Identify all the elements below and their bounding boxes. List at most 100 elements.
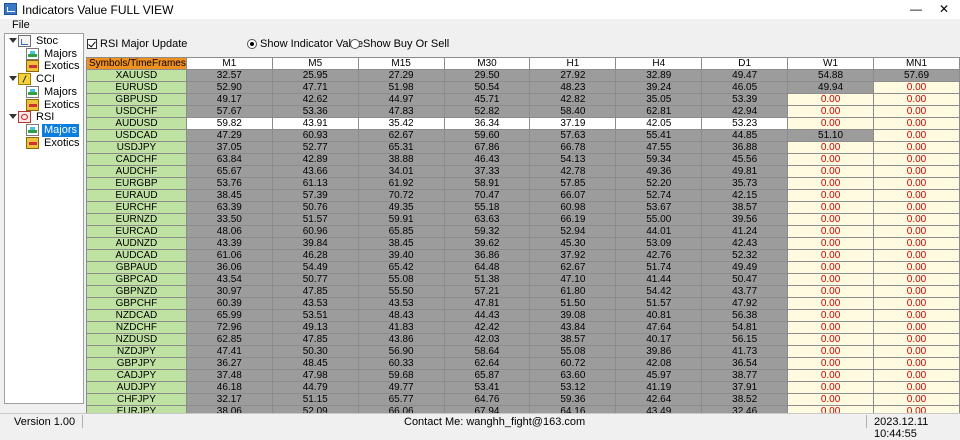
value-cell[interactable]: 0.00 <box>873 393 960 406</box>
table-row[interactable]: GBPCHF 60.39 43.53 43.53 47.81 51.50 51.57 47.9… <box>86 297 960 310</box>
value-cell[interactable]: 0.00 <box>787 153 874 166</box>
value-cell[interactable]: 0.00 <box>787 93 874 106</box>
value-cell[interactable]: 59.91 <box>357 213 445 226</box>
expand-arrow-icon[interactable] <box>9 38 17 43</box>
column-header[interactable]: W1 <box>787 57 874 70</box>
value-cell[interactable]: 53.36 <box>271 105 359 118</box>
value-cell[interactable]: 53.41 <box>443 381 531 394</box>
value-cell[interactable]: 0.00 <box>873 129 960 142</box>
value-cell[interactable]: 39.56 <box>701 213 789 226</box>
value-cell[interactable]: 38.45 <box>357 237 445 250</box>
value-cell[interactable]: 65.99 <box>185 309 273 322</box>
value-cell[interactable]: 25.95 <box>271 69 359 82</box>
value-cell[interactable]: 36.27 <box>185 357 273 370</box>
value-cell[interactable]: 54.13 <box>529 153 617 166</box>
value-cell[interactable]: 37.19 <box>529 117 617 130</box>
value-cell[interactable]: 53.12 <box>529 381 617 394</box>
value-cell[interactable]: 0.00 <box>873 213 960 226</box>
value-cell[interactable]: 57.39 <box>271 189 359 202</box>
value-cell[interactable]: 32.17 <box>185 393 273 406</box>
value-cell[interactable]: 40.81 <box>615 309 703 322</box>
value-cell[interactable]: 38.57 <box>701 201 789 214</box>
value-cell[interactable]: 60.93 <box>271 129 359 142</box>
expand-arrow-icon[interactable] <box>9 76 17 81</box>
value-cell[interactable]: 0.00 <box>873 321 960 334</box>
column-header[interactable]: H1 <box>529 57 617 70</box>
table-row[interactable]: AUDUSD 59.82 43.91 35.42 36.34 37.19 42.05 53.2… <box>86 117 960 130</box>
value-cell[interactable]: 47.85 <box>271 285 359 298</box>
value-cell[interactable]: 47.41 <box>185 345 273 358</box>
value-cell[interactable]: 0.00 <box>873 369 960 382</box>
value-cell[interactable]: 56.90 <box>357 345 445 358</box>
value-cell[interactable]: 59.34 <box>615 153 703 166</box>
tree-node-stoc-exotics[interactable]: Exotics <box>17 60 83 73</box>
value-cell[interactable]: 55.18 <box>443 201 531 214</box>
menu-file[interactable]: File <box>12 19 30 31</box>
value-cell[interactable]: 32.57 <box>185 69 273 82</box>
show-buy-or-sell-radio[interactable] <box>350 39 360 49</box>
value-cell[interactable]: 37.92 <box>529 249 617 262</box>
value-cell[interactable]: 27.92 <box>529 69 617 82</box>
value-cell[interactable]: 39.08 <box>529 309 617 322</box>
symbol-cell[interactable]: AUDCAD <box>86 249 187 262</box>
value-cell[interactable]: 0.00 <box>787 381 874 394</box>
table-row[interactable]: EURNZD 33.50 51.57 59.91 63.63 66.19 55.00 39.5… <box>86 213 960 226</box>
table-row[interactable]: GBPJPY 36.27 48.45 60.33 62.64 60.72 42.08 36.5… <box>86 357 960 370</box>
value-cell[interactable]: 39.62 <box>443 237 531 250</box>
value-cell[interactable]: 0.00 <box>787 273 874 286</box>
table-row[interactable]: EURCAD 48.06 60.96 65.85 59.32 52.94 44.01 41.2… <box>86 225 960 238</box>
value-cell[interactable]: 51.38 <box>443 273 531 286</box>
value-cell[interactable]: 43.66 <box>271 165 359 178</box>
value-cell[interactable]: 57.67 <box>185 105 273 118</box>
value-cell[interactable]: 57.21 <box>443 285 531 298</box>
symbol-cell[interactable]: NZDUSD <box>86 333 187 346</box>
value-cell[interactable]: 64.76 <box>443 393 531 406</box>
value-cell[interactable]: 0.00 <box>873 261 960 274</box>
value-cell[interactable]: 0.00 <box>873 201 960 214</box>
symbol-cell[interactable]: EURCAD <box>86 225 187 238</box>
value-cell[interactable]: 43.53 <box>357 297 445 310</box>
value-cell[interactable]: 0.00 <box>873 165 960 178</box>
symbol-cell[interactable]: AUDNZD <box>86 237 187 250</box>
value-cell[interactable]: 53.23 <box>701 117 789 130</box>
table-row[interactable]: CADJPY 37.48 47.98 59.68 65.87 63.60 45.97 38.7… <box>86 369 960 382</box>
value-cell[interactable]: 0.00 <box>787 393 874 406</box>
symbol-cell[interactable]: GBPCHF <box>86 297 187 310</box>
value-cell[interactable]: 51.57 <box>615 297 703 310</box>
value-cell[interactable]: 0.00 <box>873 345 960 358</box>
value-cell[interactable]: 46.28 <box>271 249 359 262</box>
value-cell[interactable]: 55.08 <box>357 273 445 286</box>
show-buy-or-sell-label[interactable]: Show Buy Or Sell <box>363 38 449 50</box>
table-row[interactable]: USDCHF 57.67 53.36 47.83 52.82 58.40 62.81 42.9… <box>86 105 960 118</box>
symbol-cell[interactable]: XAUUSD <box>86 69 187 82</box>
value-cell[interactable]: 42.64 <box>615 393 703 406</box>
value-cell[interactable]: 41.44 <box>615 273 703 286</box>
table-row[interactable]: EURCHF 63.39 50.76 49.35 55.18 60.98 53.67 38.5… <box>86 201 960 214</box>
value-cell[interactable]: 47.92 <box>701 297 789 310</box>
value-cell[interactable]: 0.00 <box>787 297 874 310</box>
minimize-button[interactable]: — <box>902 1 930 18</box>
table-row[interactable]: USDCAD 47.29 60.93 62.67 59.60 57.63 55.41 44.8… <box>86 129 960 142</box>
value-cell[interactable]: 51.50 <box>529 297 617 310</box>
table-row[interactable]: EURGBP 53.76 61.13 61.92 58.91 57.85 52.20 35.7… <box>86 177 960 190</box>
table-row[interactable]: NZDUSD 62.85 47.85 43.86 42.03 38.57 40.17 56.1… <box>86 333 960 346</box>
value-cell[interactable]: 49.49 <box>701 261 789 274</box>
value-cell[interactable]: 50.47 <box>701 273 789 286</box>
value-cell[interactable]: 0.00 <box>873 177 960 190</box>
value-cell[interactable]: 54.42 <box>615 285 703 298</box>
value-cell[interactable]: 0.00 <box>787 237 874 250</box>
value-cell[interactable]: 55.50 <box>357 285 445 298</box>
value-cell[interactable]: 40.17 <box>615 333 703 346</box>
table-row[interactable]: XAUUSD 32.57 25.95 27.29 29.50 27.92 32.89 49.4… <box>86 69 960 82</box>
value-cell[interactable]: 0.00 <box>873 249 960 262</box>
value-cell[interactable]: 66.78 <box>529 141 617 154</box>
value-cell[interactable]: 37.91 <box>701 381 789 394</box>
symbol-cell[interactable]: GBPJPY <box>86 357 187 370</box>
table-row[interactable]: AUDCAD 61.06 46.28 39.40 36.86 37.92 42.76 52.3… <box>86 249 960 262</box>
value-cell[interactable]: 48.45 <box>271 357 359 370</box>
value-cell[interactable]: 0.00 <box>873 105 960 118</box>
value-cell[interactable]: 38.57 <box>529 333 617 346</box>
table-row[interactable]: CADCHF 63.84 42.89 38.88 46.43 54.13 59.34 45.5… <box>86 153 960 166</box>
value-cell[interactable]: 47.64 <box>615 321 703 334</box>
symbol-cell[interactable]: EURNZD <box>86 213 187 226</box>
